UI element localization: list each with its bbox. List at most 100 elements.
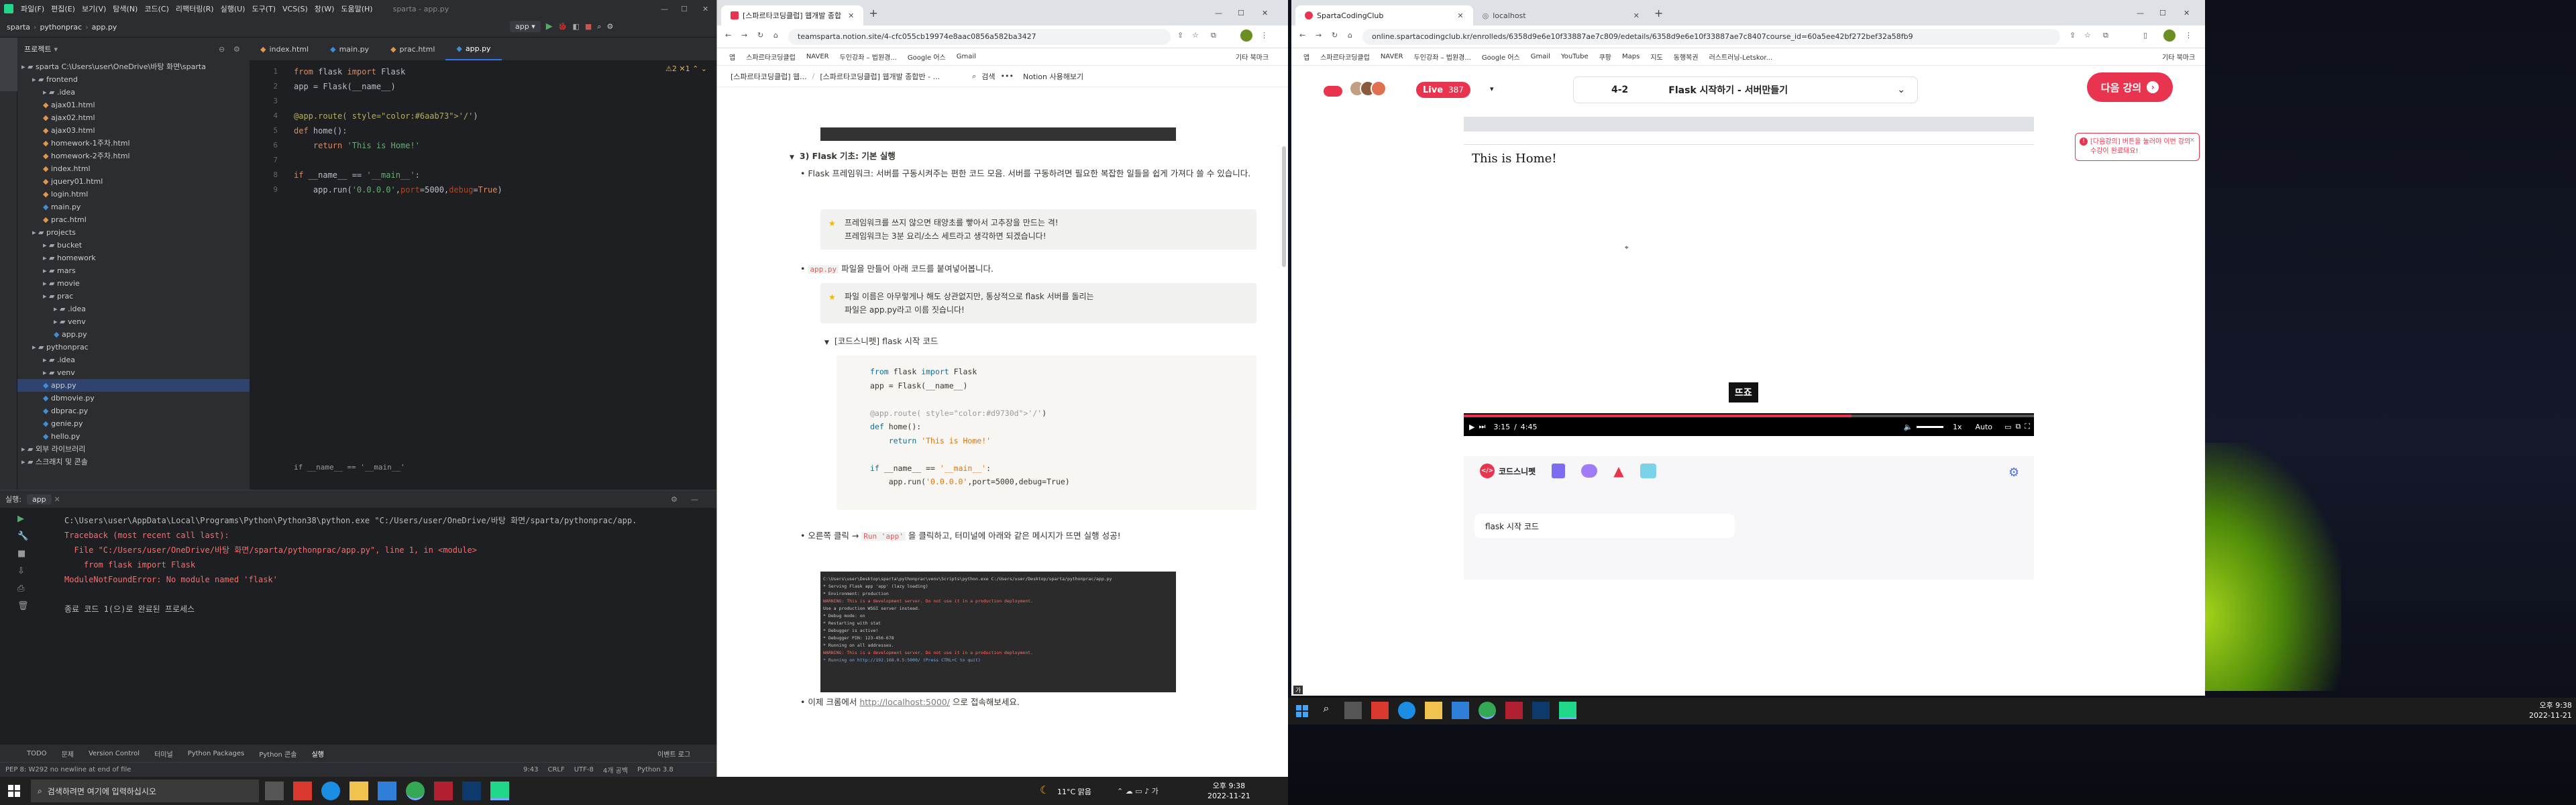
close-tab-icon[interactable]: ✕ (1633, 11, 1640, 20)
profile-icon[interactable] (2163, 30, 2176, 42)
bookmark-item[interactable]: 동행복권 (1674, 52, 1699, 62)
debug-icon[interactable]: 🐞 (558, 22, 568, 31)
edge-icon[interactable] (1398, 702, 1415, 719)
chevron-down-icon[interactable]: ▾ (54, 45, 58, 54)
tree-item[interactable]: ▸ ▰ projects (17, 226, 250, 239)
minimize-panel-icon[interactable]: — (691, 495, 698, 504)
minimize-button[interactable]: — (2137, 9, 2144, 17)
document-icon[interactable] (1552, 464, 1566, 478)
code-line[interactable]: app = Flask(__name__) (294, 79, 502, 94)
video-progress-track[interactable] (1464, 415, 2034, 417)
windows-start-icon[interactable] (8, 785, 20, 797)
tree-item[interactable]: ▸ ▰ bucket (17, 239, 250, 252)
bookmark-item[interactable]: 지도 (1650, 52, 1662, 62)
bookmark-item[interactable]: Maps (1622, 53, 1640, 60)
mail-icon[interactable] (378, 782, 396, 800)
breadcrumb-file[interactable]: app.py (92, 23, 117, 32)
tab-localhost[interactable]: ◎ localhost ✕ (1473, 5, 1649, 25)
close-icon[interactable]: ✕ (2190, 136, 2195, 146)
home-icon[interactable]: ⌂ (1348, 31, 1352, 40)
bottom-tab[interactable]: 문제 (62, 749, 74, 759)
close-tab-icon[interactable]: ✕ (1457, 11, 1463, 20)
menu-vcs[interactable]: VCS(S) (279, 5, 311, 13)
new-tab-button[interactable]: + (1654, 7, 1663, 19)
volume-icon[interactable]: 🔈 (1904, 423, 1913, 431)
share-icon[interactable]: ⇪ (2070, 31, 2076, 40)
tree-item[interactable]: ▸ ▰ sparta C:\Users\user\OneDrive\바탕 화면\… (17, 60, 250, 73)
coverage-icon[interactable]: ◧ (572, 22, 579, 31)
tree-item[interactable]: ▸ ▰ mars (17, 264, 250, 277)
close-button[interactable]: ✕ (1262, 9, 1268, 17)
bookmark-item[interactable]: 러스트러닝-Letskor... (1709, 52, 1773, 62)
snippet-tab-active[interactable]: </> 코드스니펫 (1480, 464, 1536, 478)
tree-item[interactable]: ◆ login.html (17, 188, 250, 201)
tree-item[interactable]: ◆ homework-1주차.html (17, 137, 250, 150)
inspection-widget[interactable]: ⚠2 ✕1 ⌃ ⌄ (665, 64, 707, 73)
bookmark-item[interactable]: NAVER (1381, 53, 1403, 60)
profile-icon[interactable] (1240, 30, 1252, 42)
snippet-extra-icon[interactable] (1640, 464, 1656, 478)
pycharm-icon[interactable] (490, 782, 509, 800)
status-interpreter[interactable]: Python 3.8 (637, 766, 674, 773)
more-icon[interactable]: ••• (1001, 72, 1014, 80)
code-line[interactable] (294, 94, 502, 109)
bookmark-star-icon[interactable]: ☆ (2084, 31, 2091, 40)
menu-code[interactable]: 코드(C) (141, 3, 172, 14)
forward-icon[interactable]: → (1316, 31, 1322, 40)
file-explorer-icon[interactable] (350, 782, 368, 800)
tree-item[interactable]: ▸ ▰ .idea (17, 303, 250, 315)
maximize-button[interactable]: ☐ (1238, 9, 1244, 17)
tree-item[interactable]: ◆ app.py (17, 379, 250, 392)
photoshop-icon[interactable] (462, 782, 481, 800)
tree-item[interactable]: ◆ jquery01.html (17, 175, 250, 188)
tab-app-py[interactable]: ◆ app.py (445, 38, 502, 60)
toggle-triangle-icon[interactable]: ▼ (824, 339, 829, 346)
tree-item[interactable]: ◆ hello.py (17, 430, 250, 443)
bookmark-item[interactable]: 스파르타코딩클럽 (1320, 52, 1370, 62)
edge-icon[interactable] (321, 782, 340, 800)
project-tool-icon[interactable] (0, 38, 17, 91)
stop-icon[interactable]: ■ (585, 22, 592, 31)
bookmark-star-icon[interactable]: ☆ (1192, 31, 1199, 40)
extensions-icon[interactable]: ⧉ (1211, 31, 1216, 40)
status-indent[interactable]: 4개 공백 (603, 765, 628, 775)
wrench-icon[interactable]: 🔧 (17, 528, 58, 545)
pycharm-icon[interactable] (1559, 702, 1576, 719)
tree-item[interactable]: ◆ dbmovie.py (17, 392, 250, 405)
app-icon-1[interactable] (293, 782, 312, 800)
bookmark-item[interactable]: Gmail (1531, 53, 1550, 60)
tray-icons[interactable]: ⌃ ☁ ▭ ♪ 가 (1117, 786, 1159, 796)
bookmark-item[interactable]: Google 어스 (1482, 52, 1520, 62)
windows-start-icon[interactable] (1296, 705, 1308, 717)
tree-item[interactable]: ◆ prac.html (17, 213, 250, 226)
share-icon[interactable]: ⇪ (1177, 31, 1183, 40)
menu-help[interactable]: 도움말(H) (337, 3, 376, 14)
maximize-button[interactable]: ☐ (678, 5, 691, 13)
code-editor[interactable]: 123456789 from flask import Flask app = F… (250, 60, 716, 476)
code-content[interactable]: from flask import Flask app = Flask(__nam… (294, 64, 502, 197)
close-tab-icon[interactable]: ✕ (54, 495, 60, 504)
tab-spartacodingclub[interactable]: SpartaCodingClub ✕ (1295, 5, 1473, 25)
tree-item[interactable]: ▸ ▰ venv (17, 315, 250, 328)
sparta-logo-icon[interactable] (1324, 86, 1342, 97)
video-player[interactable]: This is Home! ⌖ 뜨죠 ▶ ⏭ 3:15 / 4:45 🔈 1x … (1464, 117, 2034, 436)
tree-item[interactable]: ▸ ▰ frontend (17, 73, 250, 86)
event-log-button[interactable]: 이벤트 로그 (657, 749, 690, 759)
bookmark-gmail[interactable]: Gmail (957, 53, 976, 60)
taskbar-search[interactable]: ⌕ 검색하려면 여기에 입력하십시오 (31, 780, 259, 802)
task-view-icon[interactable] (265, 782, 284, 800)
bookmark-naver[interactable]: NAVER (806, 53, 829, 60)
menu-refactor[interactable]: 리팩터링(R) (172, 3, 217, 14)
tree-item[interactable]: ▸ ▰ prac (17, 290, 250, 303)
menu-run[interactable]: 실행(U) (217, 3, 249, 14)
menu-view[interactable]: 보기(V) (78, 3, 109, 14)
tree-item[interactable]: ▸ ▰ .idea (17, 354, 250, 366)
code-line[interactable] (294, 153, 502, 168)
sidebar-icon[interactable]: ▯ (2143, 31, 2147, 40)
next-lesson-button[interactable]: 다음 강의 › (2087, 72, 2173, 102)
live-chevron-icon[interactable]: ▾ (1490, 85, 1494, 93)
code-line[interactable]: from flask import Flask (294, 64, 502, 79)
volume-slider[interactable] (1917, 425, 1943, 428)
reload-icon[interactable]: ↻ (757, 31, 763, 40)
minimize-button[interactable]: — (657, 5, 672, 13)
